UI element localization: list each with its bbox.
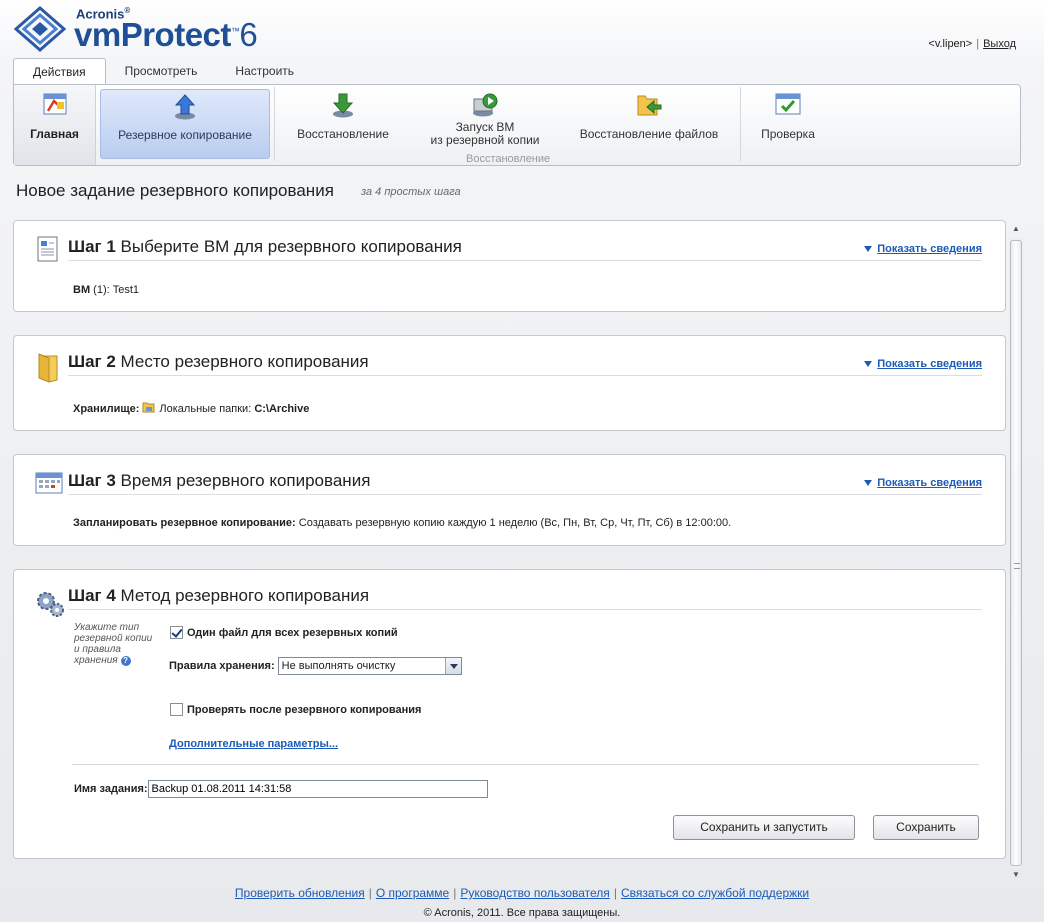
step1-title: Выберите ВМ для резервного копирования — [120, 237, 462, 256]
step3-number: Шаг 3 — [68, 471, 116, 490]
storage-label: Хранилище: — [73, 402, 140, 415]
task-name-label: Имя задания: — [74, 783, 148, 795]
step3-panel: Шаг 3 Время резервного копирования Показ… — [13, 454, 1006, 546]
step2-summary: Хранилище: Локальные папки: C:\Archive — [73, 400, 309, 417]
tab-actions[interactable]: Действия — [13, 58, 106, 85]
brand-product: vmProtect™6 — [74, 16, 258, 53]
logout-link[interactable]: Выход — [983, 38, 1016, 50]
ribbon-backup-button[interactable]: Резервное копирование — [100, 89, 270, 159]
step4-hint: Укажите тип резервной копии и правила хр… — [74, 622, 153, 666]
step2-header: Шаг 2 Место резервного копирования Показ… — [68, 352, 982, 376]
single-file-option[interactable]: Один файл для всех резервных копий — [170, 626, 398, 639]
ribbon-run-vm-label: Запуск ВМ из резервной копии — [430, 120, 540, 147]
step4-header: Шаг 4 Метод резервного копирования — [68, 586, 982, 610]
help-icon[interactable]: ? — [120, 656, 131, 666]
step1-header: Шаг 1 Выберите ВМ для резервного копиров… — [68, 237, 982, 261]
acronis-logo-icon — [14, 6, 66, 52]
footer-check-updates-link[interactable]: Проверить обновления — [235, 886, 365, 900]
local-folder-icon — [142, 400, 156, 417]
scrollbar-thumb[interactable] — [1010, 240, 1022, 866]
retention-row: Правила хранения: Не выполнять очистку — [169, 657, 462, 675]
footer-links: Проверить обновления | О программе | Руковод… — [234, 886, 810, 900]
step1-show-details-link[interactable]: Показать сведения — [864, 243, 982, 255]
step2-title: Место резервного копирования — [120, 352, 369, 371]
tab-configure[interactable]: Настроить — [216, 58, 313, 85]
vm-label: ВМ — [73, 284, 91, 296]
app-logo: Acronis® vmProtect™6 — [14, 4, 274, 56]
chevron-down-icon[interactable] — [444, 658, 461, 674]
validate-option[interactable]: Проверять после резервного копирования — [170, 703, 421, 716]
task-name-input[interactable] — [147, 780, 488, 798]
page-subtitle: за 4 простых шага — [361, 186, 461, 198]
single-file-label: Один файл для всех резервных копий — [187, 626, 398, 639]
user-bar: <v.lipen> | Выход — [928, 38, 1016, 50]
retention-label: Правила хранения: — [169, 660, 275, 672]
ribbon-home-button[interactable]: Главная — [14, 85, 96, 165]
schedule-value: Создавать резервную копию каждую 1 недел… — [298, 517, 732, 529]
folder-arrow-icon — [635, 91, 663, 122]
calendar-icon — [35, 469, 63, 498]
footer-support-link[interactable]: Связаться со службой поддержки — [621, 886, 809, 900]
check-window-icon — [774, 91, 802, 120]
user-name: <v.lipen> — [928, 38, 973, 50]
storage-path: C:\Archive — [254, 402, 310, 415]
step4-panel: Шаг 4 Метод резервного копирования Укажи… — [13, 569, 1006, 859]
step3-header: Шаг 3 Время резервного копирования Показ… — [68, 471, 982, 495]
ribbon-validate-button[interactable]: Проверка — [744, 85, 832, 165]
home-icon — [42, 91, 68, 120]
step1-summary: ВМ (1): Test1 — [73, 284, 139, 296]
run-vm-icon — [471, 91, 499, 122]
main-tabs: Действия Просмотреть Настроить — [13, 58, 313, 85]
footer-user-guide-link[interactable]: Руководство пользователя — [460, 886, 609, 900]
scroll-up-icon[interactable]: ▲ — [1009, 222, 1023, 236]
ribbon-backup-label: Резервное копирование — [118, 128, 252, 142]
retention-select[interactable]: Не выполнять очистку — [277, 657, 462, 675]
single-file-checkbox[interactable] — [170, 626, 183, 639]
vm-value: (1): Test1 — [93, 284, 140, 296]
save-and-run-button[interactable]: Сохранить и запустить — [673, 815, 855, 840]
ribbon-home-label: Главная — [30, 127, 79, 141]
advanced-options-link[interactable]: Дополнительные параметры... — [169, 738, 338, 750]
task-name-row: Имя задания: — [74, 780, 488, 798]
divider — [72, 764, 979, 765]
step2-show-details-link[interactable]: Показать сведения — [864, 358, 982, 370]
scroll-down-icon[interactable]: ▼ — [1009, 868, 1023, 882]
validate-label: Проверять после резервного копирования — [187, 703, 422, 716]
step3-title: Время резервного копирования — [120, 471, 371, 490]
ribbon-restore-label: Восстановление — [297, 127, 389, 141]
step4-title: Метод резервного копирования — [120, 586, 370, 605]
ribbon-file-restore-label: Восстановление файлов — [579, 127, 719, 141]
download-arrow-icon — [330, 91, 356, 122]
gears-icon — [35, 588, 65, 621]
grip-icon — [1014, 563, 1020, 569]
tab-view[interactable]: Просмотреть — [106, 58, 217, 85]
step4-number: Шаг 4 — [68, 586, 116, 605]
page-title: Новое задание резервного копирования — [16, 181, 334, 200]
footer-about-link[interactable]: О программе — [376, 886, 449, 900]
ribbon-toolbar: Главная Резервное копирование Восстановл… — [13, 84, 1021, 166]
step3-show-details-link[interactable]: Показать сведения — [864, 477, 982, 489]
document-icon — [35, 235, 61, 266]
step1-number: Шаг 1 — [68, 237, 116, 256]
vertical-scrollbar[interactable]: ▲ ▼ — [1009, 222, 1023, 882]
step2-panel: Шаг 2 Место резервного копирования Показ… — [13, 335, 1006, 431]
ribbon-group-label: Восстановление — [466, 153, 551, 165]
ribbon-restore-button[interactable]: Восстановление — [284, 85, 402, 165]
validate-checkbox[interactable] — [170, 703, 183, 716]
ribbon-separator — [740, 87, 741, 161]
folder-icon — [35, 350, 61, 387]
schedule-label: Запланировать резервное копирование: — [73, 517, 296, 529]
ribbon-separator — [274, 87, 275, 161]
copyright: © Acronis, 2011. Все права защищены. — [423, 907, 621, 919]
ribbon-validate-label: Проверка — [761, 127, 815, 141]
upload-arrow-icon — [172, 93, 198, 124]
storage-type: Локальные папки: — [159, 402, 252, 415]
step3-summary: Запланировать резервное копирование: Соз… — [73, 517, 731, 529]
step2-number: Шаг 2 — [68, 352, 116, 371]
ribbon-file-restore-button[interactable]: Восстановление файлов — [574, 85, 724, 165]
save-button[interactable]: Сохранить — [873, 815, 979, 840]
step1-panel: Шаг 1 Выберите ВМ для резервного копиров… — [13, 220, 1006, 312]
